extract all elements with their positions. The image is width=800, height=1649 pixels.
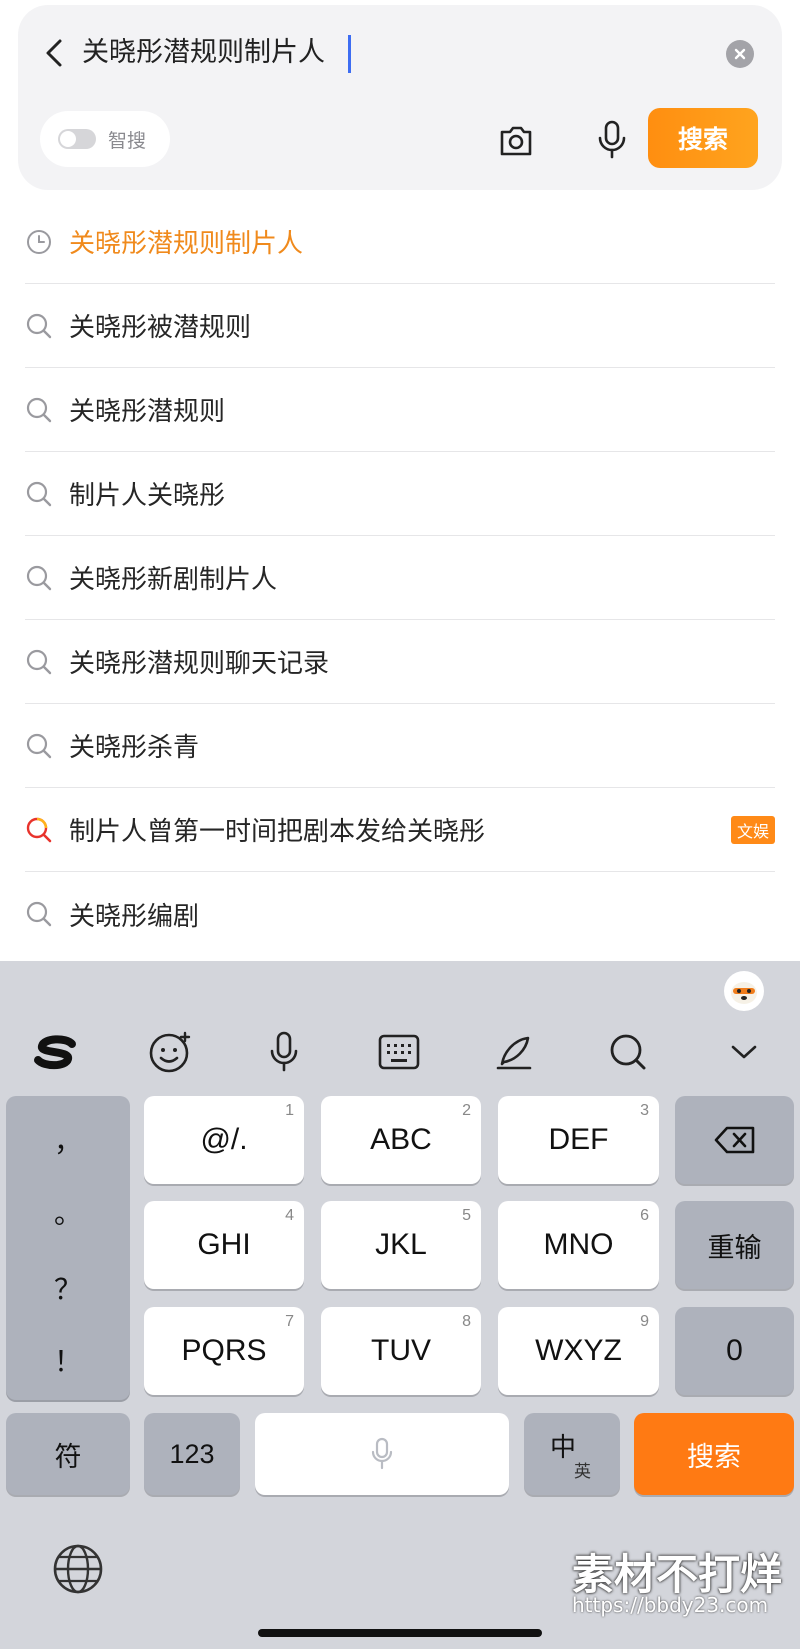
suggestion-text: 制片人曾第一时间把剧本发给关晓彤 (69, 817, 486, 847)
key-6[interactable]: MNO 6 (498, 1201, 659, 1289)
punct-exclaim[interactable]: ！ (6, 1340, 130, 1380)
key-label: MNO (543, 1228, 614, 1261)
search-icon (26, 733, 52, 758)
reenter-key[interactable]: 重输 (675, 1201, 794, 1289)
mascot-icon[interactable] (724, 971, 764, 1011)
key-label: DEF (548, 1123, 609, 1156)
home-indicator[interactable] (258, 1629, 542, 1637)
search-icon (26, 901, 52, 927)
clear-icon[interactable] (726, 40, 754, 68)
smart-search-label: 智搜 (108, 129, 147, 152)
suggestion-text: 关晓彤编剧 (69, 901, 200, 932)
lang-secondary-label: 英 (574, 1462, 591, 1481)
key-8[interactable]: TUV 8 (321, 1307, 481, 1395)
suggestion-item[interactable]: 关晓彤潜规则 (25, 368, 775, 452)
backspace-icon (714, 1126, 754, 1154)
suggestion-text: 制片人关晓彤 (69, 481, 226, 511)
symbols-key[interactable]: 符 (6, 1413, 130, 1495)
suggestion-text: 关晓彤潜规则 (69, 397, 226, 427)
keyboard-icon[interactable] (375, 1029, 423, 1075)
punctuation-column[interactable]: ， 。 ？ ！ (6, 1096, 130, 1400)
key-label: TUV (371, 1334, 431, 1367)
suggestion-item[interactable]: 关晓彤潜规则聊天记录 (25, 620, 775, 704)
search-icon (26, 481, 52, 506)
key-number: 4 (285, 1207, 294, 1224)
text-caret (348, 35, 351, 73)
key-label: @/. (200, 1123, 248, 1156)
key-2[interactable]: ABC 2 (321, 1096, 481, 1184)
key-3[interactable]: DEF 3 (498, 1096, 659, 1184)
punct-question[interactable]: ？ (6, 1268, 130, 1308)
suggestion-item[interactable]: 制片人曾第一时间把剧本发给关晓彤 文娱 (25, 788, 775, 872)
key-5[interactable]: JKL 5 (321, 1201, 481, 1289)
sogou-logo-icon[interactable] (32, 1029, 80, 1075)
handwriting-icon[interactable] (490, 1029, 538, 1075)
key-number: 8 (462, 1313, 471, 1330)
category-badge: 文娱 (730, 816, 775, 844)
key-9[interactable]: WXYZ 9 (498, 1307, 659, 1395)
emoji-icon[interactable] (146, 1029, 194, 1075)
suggestion-text: 关晓彤潜规则聊天记录 (69, 649, 330, 679)
search-bar: 关晓彤潜规则制片人 智搜 搜索 (18, 5, 782, 190)
suggestion-item[interactable]: 关晓彤被潜规则 (25, 284, 775, 368)
lang-primary-label: 中 (550, 1432, 577, 1462)
smart-search-toggle[interactable]: 智搜 (40, 111, 170, 167)
key-number: 5 (462, 1207, 471, 1224)
key-4[interactable]: GHI 4 (144, 1201, 304, 1289)
collapse-keyboard-icon[interactable] (720, 1029, 768, 1075)
voice-input-icon (371, 1437, 393, 1470)
search-icon (26, 397, 52, 422)
globe-icon[interactable] (52, 1543, 104, 1595)
keyboard-search-key[interactable]: 搜索 (634, 1413, 794, 1495)
key-number: 1 (285, 1102, 294, 1119)
key-0[interactable]: 0 (675, 1307, 794, 1395)
watermark-url: https://bbdy23.com (572, 1593, 769, 1617)
hot-search-icon (26, 817, 52, 842)
suggestion-text: 关晓彤杀青 (69, 733, 200, 763)
voice-search-icon[interactable] (596, 119, 628, 161)
suggestion-item[interactable]: 制片人关晓彤 (25, 452, 775, 536)
key-label: WXYZ (535, 1334, 622, 1367)
search-icon (26, 649, 52, 674)
punct-comma[interactable]: ， (6, 1120, 130, 1160)
key-7[interactable]: PQRS 7 (144, 1307, 304, 1395)
suggestion-text: 关晓彤新剧制片人 (69, 565, 278, 595)
back-icon[interactable] (38, 33, 72, 73)
numbers-key[interactable]: 123 (144, 1413, 240, 1495)
input-method-keyboard: ， 。 ？ ！ @/. 1 ABC 2 DEF 3 GHI 4 JKL 5 MN… (0, 961, 800, 1649)
backspace-key[interactable] (675, 1096, 794, 1184)
keyboard-toolbar (0, 1021, 800, 1081)
key-label: PQRS (181, 1334, 267, 1367)
history-clock-icon (27, 229, 51, 254)
language-switch-key[interactable]: 中 英 (524, 1413, 620, 1495)
suggestion-item[interactable]: 关晓彤杀青 (25, 704, 775, 788)
search-button[interactable]: 搜索 (648, 108, 758, 168)
suggestion-text: 关晓彤被潜规则 (69, 313, 252, 343)
toggle-switch[interactable] (58, 129, 96, 149)
suggestion-item[interactable]: 关晓彤潜规则制片人 (25, 200, 775, 284)
suggestion-item[interactable]: 关晓彤新剧制片人 (25, 536, 775, 620)
suggestion-list: 关晓彤潜规则制片人 关晓彤被潜规则 关晓彤潜规则 制片人关晓彤 关晓彤新剧制片人… (0, 200, 800, 956)
camera-icon[interactable] (496, 120, 536, 160)
suggestion-text: 关晓彤潜规则制片人 (69, 229, 304, 259)
key-1[interactable]: @/. 1 (144, 1096, 304, 1184)
key-number: 9 (640, 1313, 649, 1330)
search-input[interactable]: 关晓彤潜规则制片人 (82, 33, 325, 73)
key-number: 6 (640, 1207, 649, 1224)
key-label: GHI (197, 1228, 251, 1261)
space-key[interactable] (255, 1413, 509, 1495)
key-number: 7 (285, 1313, 294, 1330)
key-number: 3 (640, 1102, 649, 1119)
search-icon (26, 313, 52, 338)
voice-icon[interactable] (260, 1029, 308, 1075)
punct-period[interactable]: 。 (6, 1192, 130, 1232)
suggestion-item[interactable]: 关晓彤编剧 (25, 872, 775, 956)
key-number: 2 (462, 1102, 471, 1119)
key-label: ABC (370, 1123, 432, 1156)
key-label: JKL (375, 1228, 427, 1261)
search-icon[interactable] (604, 1029, 652, 1075)
search-icon (26, 565, 52, 590)
